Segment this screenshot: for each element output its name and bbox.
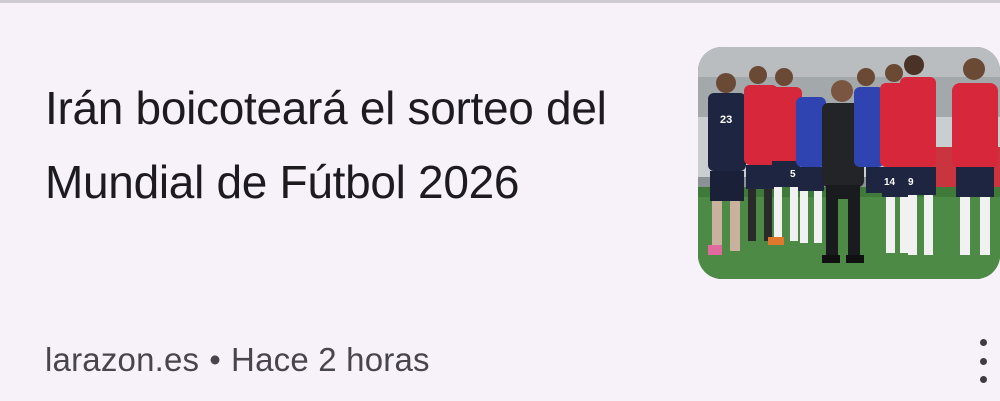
source-name[interactable]: larazon.es [45,341,199,378]
more-vert-icon[interactable] [968,339,998,383]
svg-text:9: 9 [908,177,914,188]
more-dot [979,357,987,365]
svg-text:5: 5 [790,169,796,180]
news-card[interactable]: Irán boicoteará el sorteo del Mundial de… [0,0,1000,401]
article-headline[interactable]: Irán boicoteará el sorteo del Mundial de… [45,71,665,219]
svg-text:23: 23 [720,114,732,126]
more-dot [979,339,987,346]
more-dot [979,376,987,383]
article-thumbnail[interactable]: 23 5 14 9 [698,47,1000,279]
meta-separator: • [209,341,222,378]
team-training-photo: 23 5 14 9 [698,47,1000,279]
published-time: Hace 2 horas [231,341,430,378]
article-meta: larazon.es • Hace 2 horas [45,341,430,379]
svg-text:14: 14 [884,177,896,188]
